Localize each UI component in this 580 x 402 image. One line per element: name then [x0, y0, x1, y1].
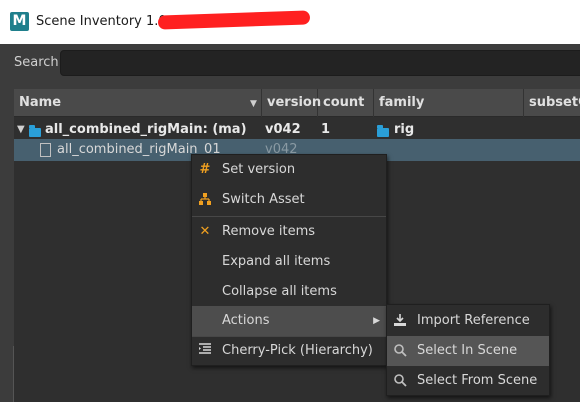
folder-icon [377, 125, 389, 137]
download-icon [392, 313, 408, 329]
menu-item-expand-all[interactable]: Expand all items [192, 247, 386, 277]
column-header-subset-group[interactable]: subsetGroup [524, 89, 580, 117]
column-header-version[interactable]: version [262, 89, 321, 117]
hierarchy-icon [197, 192, 213, 208]
column-header-name[interactable]: Name [14, 89, 262, 117]
column-header-count[interactable]: count [318, 89, 374, 117]
table-row[interactable]: ▼ all_combined_rigMain: (ma) v042 1 rig [14, 119, 580, 141]
context-menu: # Set version Switch Asset ✕ Remove item… [191, 154, 387, 366]
menu-item-select-from-scene[interactable]: Select From Scene [387, 366, 549, 396]
sort-indicator-icon[interactable]: ▼ [250, 99, 257, 109]
row-family: rig [394, 122, 415, 137]
menu-item-collapse-all[interactable]: Collapse all items [192, 277, 386, 307]
menu-item-actions[interactable]: Actions ▶ [192, 306, 386, 336]
menu-item-select-in-scene[interactable]: Select In Scene [387, 336, 549, 366]
search-icon [392, 343, 408, 359]
folder-icon [29, 125, 41, 137]
menu-item-switch-asset[interactable]: Switch Asset [192, 185, 386, 215]
row-version: v042 [265, 122, 301, 137]
search-input[interactable] [60, 50, 580, 76]
row-count: 1 [321, 122, 331, 137]
menu-item-import-reference[interactable]: Import Reference [387, 306, 549, 336]
actions-submenu: Import Reference Select In Scene Select … [386, 304, 550, 396]
search-icon [392, 373, 408, 389]
close-icon: ✕ [199, 224, 211, 239]
file-icon [40, 143, 51, 157]
redacted-text [157, 10, 311, 30]
search-label: Search [14, 55, 59, 70]
menu-item-set-version[interactable]: # Set version [192, 155, 386, 185]
divider [0, 346, 14, 402]
tree-header: Name ▼ version count family subsetGroup [14, 89, 580, 117]
maya-app-icon: M [10, 12, 29, 31]
hash-icon: # [199, 162, 211, 177]
list-indent-icon [197, 343, 213, 359]
menu-item-cherry-pick[interactable]: Cherry-Pick (Hierarchy) [192, 336, 386, 366]
row-name: all_combined_rigMain: (ma) [45, 122, 247, 137]
window-title: Scene Inventory 1.0 - [36, 14, 176, 29]
column-header-family[interactable]: family [374, 89, 524, 117]
expand-arrow-icon[interactable]: ▼ [17, 119, 25, 141]
menu-item-remove-items[interactable]: ✕ Remove items [192, 217, 386, 247]
submenu-arrow-icon: ▶ [373, 316, 380, 326]
title-bar: M Scene Inventory 1.0 - [0, 0, 580, 44]
